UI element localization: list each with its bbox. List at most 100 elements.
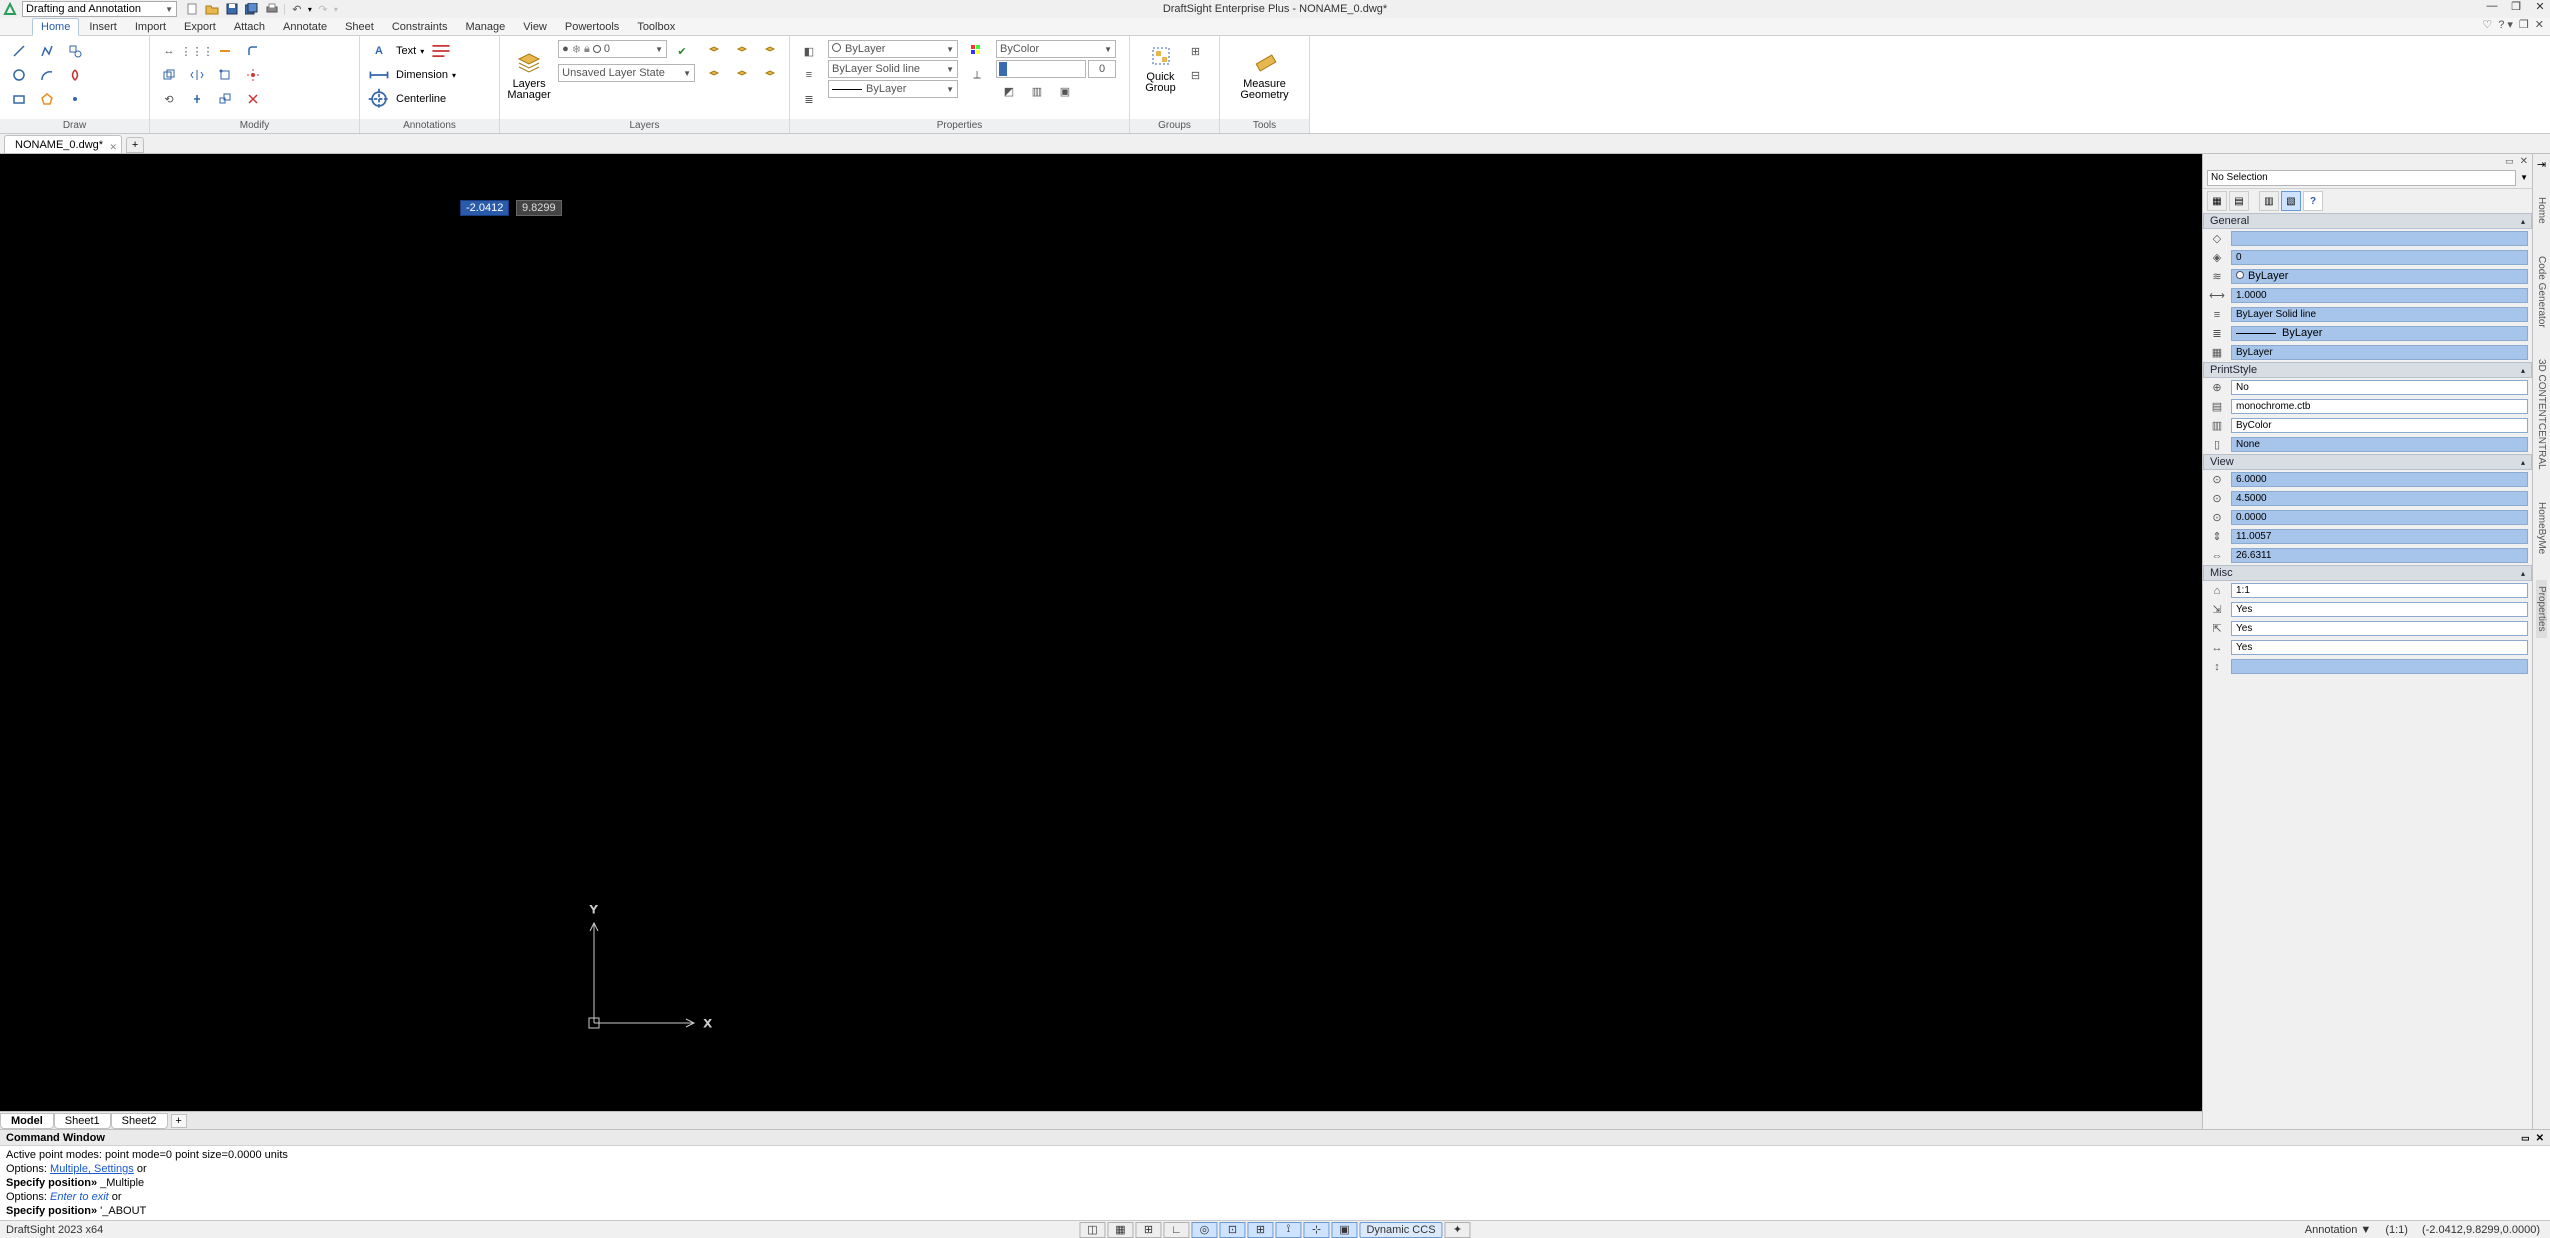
prop-v5-value[interactable]: 26.6311 (2231, 548, 2528, 563)
status-btn-7[interactable]: ⊞ (1247, 1222, 1273, 1238)
status-btn-8[interactable]: ⟟ (1275, 1222, 1301, 1238)
tab-powertools[interactable]: Powertools (557, 19, 627, 35)
prop-ps3-value[interactable]: ByColor (2231, 418, 2528, 433)
layers-manager-button[interactable]: Layers Manager (506, 40, 552, 110)
minimize-button[interactable]: — (2484, 0, 2500, 13)
shape-tool[interactable] (62, 40, 88, 62)
ellipse-tool[interactable] (62, 64, 88, 86)
rect-tool[interactable] (6, 88, 32, 110)
add-sheet-button[interactable]: + (171, 1114, 187, 1128)
add-tab-button[interactable]: + (126, 137, 144, 153)
status-btn-3[interactable]: ⊞ (1135, 1222, 1161, 1238)
sheet-tab-1[interactable]: Sheet1 (54, 1113, 111, 1129)
status-btn-10[interactable]: ▣ (1331, 1222, 1357, 1238)
prop-tool-c[interactable]: ▣ (1052, 80, 1078, 102)
propcolor-tool[interactable]: ◧ (796, 40, 822, 62)
rail-pin-icon[interactable]: ⇥ (2537, 158, 2546, 171)
document-tab[interactable]: NONAME_0.dwg* ✕ (4, 135, 122, 153)
prop-hatch-value[interactable]: ByLayer (2231, 345, 2528, 360)
status-btn-9[interactable]: ⊹ (1303, 1222, 1329, 1238)
point-tool[interactable] (62, 88, 88, 110)
prop-ps4-value[interactable]: None (2231, 437, 2528, 452)
status-annotation[interactable]: Annotation ▼ (2305, 1224, 2372, 1236)
group-edit-button[interactable]: ⊞ (1183, 40, 1209, 62)
panel-help-button[interactable]: ? (2303, 191, 2323, 211)
prop-v2-value[interactable]: 4.5000 (2231, 491, 2528, 506)
maximize-button[interactable]: ❐ (2508, 0, 2524, 13)
tab-constraints[interactable]: Constraints (384, 19, 456, 35)
scale-tool[interactable] (212, 88, 238, 110)
redo-button[interactable]: ↷ (314, 1, 332, 17)
layer-props-combo[interactable]: ● ❄ 🔒︎ 0 ▼ (558, 40, 667, 58)
command-history[interactable]: Active point modes: point mode=0 point s… (0, 1146, 2550, 1220)
arc-tool[interactable] (34, 64, 60, 86)
inner-restore-button[interactable]: ❐ (2519, 18, 2529, 31)
print-button[interactable] (263, 1, 281, 17)
rail-tab-home[interactable]: Home (2536, 191, 2547, 230)
prop-ps2-value[interactable]: monochrome.ctb (2231, 399, 2528, 414)
prop-v1-value[interactable]: 6.0000 (2231, 472, 2528, 487)
prop-m5-value[interactable] (2231, 659, 2528, 674)
help-button[interactable]: ? ▾ (2498, 18, 2513, 31)
text-icon[interactable]: A (366, 40, 392, 62)
status-btn-2[interactable]: ▦ (1107, 1222, 1133, 1238)
trim-tool[interactable] (212, 40, 238, 62)
tab-annotate[interactable]: Annotate (275, 19, 335, 35)
pattern-tool[interactable]: ⋮⋮⋮ (184, 40, 210, 62)
offset-tool[interactable] (184, 88, 210, 110)
layer-state-combo[interactable]: Unsaved Layer State▼ (558, 64, 695, 82)
prop-ps1-value[interactable]: No (2231, 380, 2528, 395)
panel-tool-2[interactable]: ▤ (2229, 191, 2249, 211)
mirror-tool[interactable] (184, 64, 210, 86)
propmatch-tool[interactable]: ≣ (796, 88, 822, 110)
prop-layer-value[interactable]: 0 (2231, 250, 2528, 265)
prop-scale-value[interactable]: 1.0000 (2231, 288, 2528, 303)
close-button[interactable]: ✕ (2532, 0, 2548, 13)
quick-group-button[interactable]: Quick Group (1141, 40, 1181, 96)
prop-v3-value[interactable]: 0.0000 (2231, 510, 2528, 525)
panel-close-button[interactable]: ✕ (2520, 156, 2528, 167)
tab-sheet[interactable]: Sheet (337, 19, 382, 35)
delete-tool[interactable] (240, 88, 266, 110)
colorpicker-tool[interactable] (964, 40, 990, 62)
workspace-selector[interactable]: Drafting and Annotation ▼ (22, 1, 177, 17)
status-btn-4[interactable]: ∟ (1163, 1222, 1189, 1238)
rail-tab-codegen[interactable]: Code Generator (2536, 250, 2547, 334)
polyline-tool[interactable] (34, 40, 60, 62)
status-dynamic-ccs[interactable]: Dynamic CCS (1359, 1222, 1442, 1238)
measure-geometry-button[interactable]: Measure Geometry (1238, 40, 1292, 110)
layer-tool-1[interactable] (701, 40, 727, 62)
transparency-value[interactable]: 0 (1088, 60, 1116, 78)
bycolor-combo[interactable]: ByColor▼ (996, 40, 1116, 58)
dimension-button[interactable]: Dimension (396, 69, 448, 81)
prop-tool-a[interactable]: ◩ (996, 80, 1022, 102)
line-tool[interactable] (6, 40, 32, 62)
panel-tool-3[interactable]: ▥ (2259, 191, 2279, 211)
panel-float-button[interactable]: ▭ (2505, 156, 2514, 167)
drawing-canvas[interactable]: -2.0412 9.8299 X Y (0, 154, 2202, 1111)
polygon-tool[interactable] (34, 88, 60, 110)
layer-tool-2[interactable] (729, 40, 755, 62)
rail-tab-homebyme[interactable]: HomeByMe (2536, 496, 2547, 560)
proplist-tool[interactable]: ≡ (796, 64, 822, 86)
centerline-icon[interactable] (366, 88, 392, 110)
status-btn-1[interactable]: ◫ (1079, 1222, 1105, 1238)
prop-m4-value[interactable]: Yes (2231, 640, 2528, 655)
rail-tab-properties[interactable]: Properties (2536, 580, 2547, 638)
color-combo[interactable]: ByLayer▼ (828, 40, 958, 58)
tab-attach[interactable]: Attach (226, 19, 273, 35)
layer-tool-3[interactable] (757, 40, 783, 62)
tab-toolbox[interactable]: Toolbox (629, 19, 683, 35)
cmd-float-button[interactable]: ▭ (2521, 1133, 2530, 1143)
prop-weight-value[interactable]: ByLayer (2231, 326, 2528, 341)
circle-tool[interactable] (6, 64, 32, 86)
section-view[interactable]: View▴ (2203, 454, 2532, 470)
move-tool[interactable]: ↔ (156, 40, 182, 62)
save-button[interactable] (223, 1, 241, 17)
centerline-button[interactable]: Centerline (396, 93, 446, 105)
prop-tool-b[interactable]: ▥ (1024, 80, 1050, 102)
status-scale[interactable]: (1:1) (2385, 1224, 2408, 1236)
prop-m3-value[interactable]: Yes (2231, 621, 2528, 636)
transparency-slider[interactable] (996, 60, 1086, 78)
heart-icon[interactable]: ♡ (2482, 18, 2492, 31)
